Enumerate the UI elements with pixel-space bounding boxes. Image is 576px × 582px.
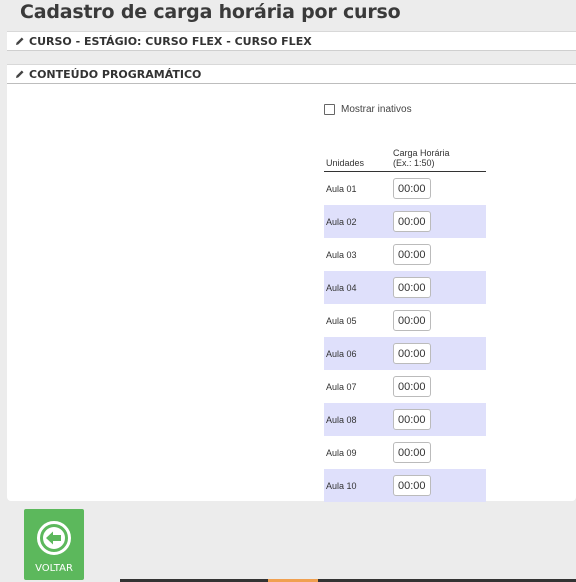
carga-horaria-input[interactable] bbox=[393, 178, 431, 199]
carga-cell bbox=[391, 403, 486, 436]
table-row: Aula 02 bbox=[324, 205, 486, 238]
unidade-cell: Aula 04 bbox=[324, 271, 391, 304]
carga-cell bbox=[391, 337, 486, 370]
unidade-cell: Aula 08 bbox=[324, 403, 391, 436]
unidades-header: Unidades bbox=[324, 142, 391, 172]
carga-horaria-input[interactable] bbox=[393, 409, 431, 430]
carga-horaria-input[interactable] bbox=[393, 211, 431, 232]
carga-horaria-input[interactable] bbox=[393, 343, 431, 364]
mostrar-inativos-label: Mostrar inativos bbox=[341, 104, 412, 115]
carga-horaria-input[interactable] bbox=[393, 376, 431, 397]
table-row: Aula 06 bbox=[324, 337, 486, 370]
carga-horaria-input[interactable] bbox=[393, 310, 431, 331]
carga-horaria-input[interactable] bbox=[393, 277, 431, 298]
carga-cell bbox=[391, 205, 486, 238]
unidade-cell: Aula 02 bbox=[324, 205, 391, 238]
unidade-cell: Aula 09 bbox=[326, 447, 357, 458]
table-row: Aula 10 bbox=[324, 469, 486, 502]
carga-cell bbox=[391, 271, 486, 304]
unidade-cell: Aula 06 bbox=[324, 337, 391, 370]
table-row: Aula 09 bbox=[324, 436, 486, 469]
conteudo-panel-title: CONTEÚDO PROGRAMÁTICO bbox=[29, 67, 202, 81]
carga-cell bbox=[391, 436, 486, 469]
mostrar-inativos-toggle[interactable]: Mostrar inativos bbox=[324, 104, 412, 115]
table-row: Aula 04 bbox=[324, 271, 486, 304]
table-row: Aula 08 bbox=[324, 403, 486, 436]
carga-cell bbox=[391, 304, 486, 337]
table-header-row: Unidades Carga Horária (Ex.: 1:50) bbox=[324, 142, 486, 172]
carga-horaria-header-hint: (Ex.: 1:50) bbox=[393, 158, 435, 168]
curso-panel: CURSO - ESTÁGIO: CURSO FLEX - CURSO FLEX bbox=[7, 31, 576, 51]
conteudo-panel: CONTEÚDO PROGRAMÁTICO Mostrar inativos U… bbox=[7, 64, 576, 502]
table-row: Aula 03 bbox=[324, 238, 486, 271]
voltar-label: VOLTAR bbox=[35, 563, 73, 574]
pencil-icon bbox=[16, 70, 24, 78]
curso-panel-header[interactable]: CURSO - ESTÁGIO: CURSO FLEX - CURSO FLEX bbox=[7, 32, 576, 51]
carga-horaria-input[interactable] bbox=[393, 244, 431, 265]
carga-cell bbox=[391, 238, 486, 271]
carga-horaria-table: Unidades Carga Horária (Ex.: 1:50) Aula … bbox=[324, 142, 486, 502]
carga-cell bbox=[391, 172, 486, 206]
unidade-cell: Aula 03 bbox=[326, 249, 357, 260]
curso-panel-title: CURSO - ESTÁGIO: CURSO FLEX - CURSO FLEX bbox=[29, 34, 312, 48]
carga-cell bbox=[391, 370, 486, 403]
carga-horaria-input[interactable] bbox=[393, 442, 431, 463]
table-row: Aula 07 bbox=[324, 370, 486, 403]
carga-cell bbox=[391, 469, 486, 502]
table-row: Aula 01 bbox=[324, 172, 486, 206]
carga-horaria-header-label: Carga Horária bbox=[393, 148, 450, 158]
mostrar-inativos-checkbox[interactable] bbox=[324, 104, 335, 115]
page-title: Cadastro de carga horária por curso bbox=[20, 1, 401, 23]
unidade-cell: Aula 05 bbox=[326, 315, 357, 326]
voltar-button[interactable]: VOLTAR bbox=[24, 509, 84, 580]
unidade-cell: Aula 01 bbox=[326, 183, 357, 194]
table-row: Aula 05 bbox=[324, 304, 486, 337]
carga-horaria-input[interactable] bbox=[393, 475, 431, 496]
carga-horaria-header: Carga Horária (Ex.: 1:50) bbox=[391, 142, 486, 172]
unidade-cell: Aula 07 bbox=[326, 381, 357, 392]
pencil-icon bbox=[16, 37, 24, 45]
unidade-cell: Aula 10 bbox=[324, 469, 391, 502]
arrow-left-circle-icon bbox=[37, 521, 71, 555]
conteudo-panel-header[interactable]: CONTEÚDO PROGRAMÁTICO bbox=[7, 65, 576, 84]
